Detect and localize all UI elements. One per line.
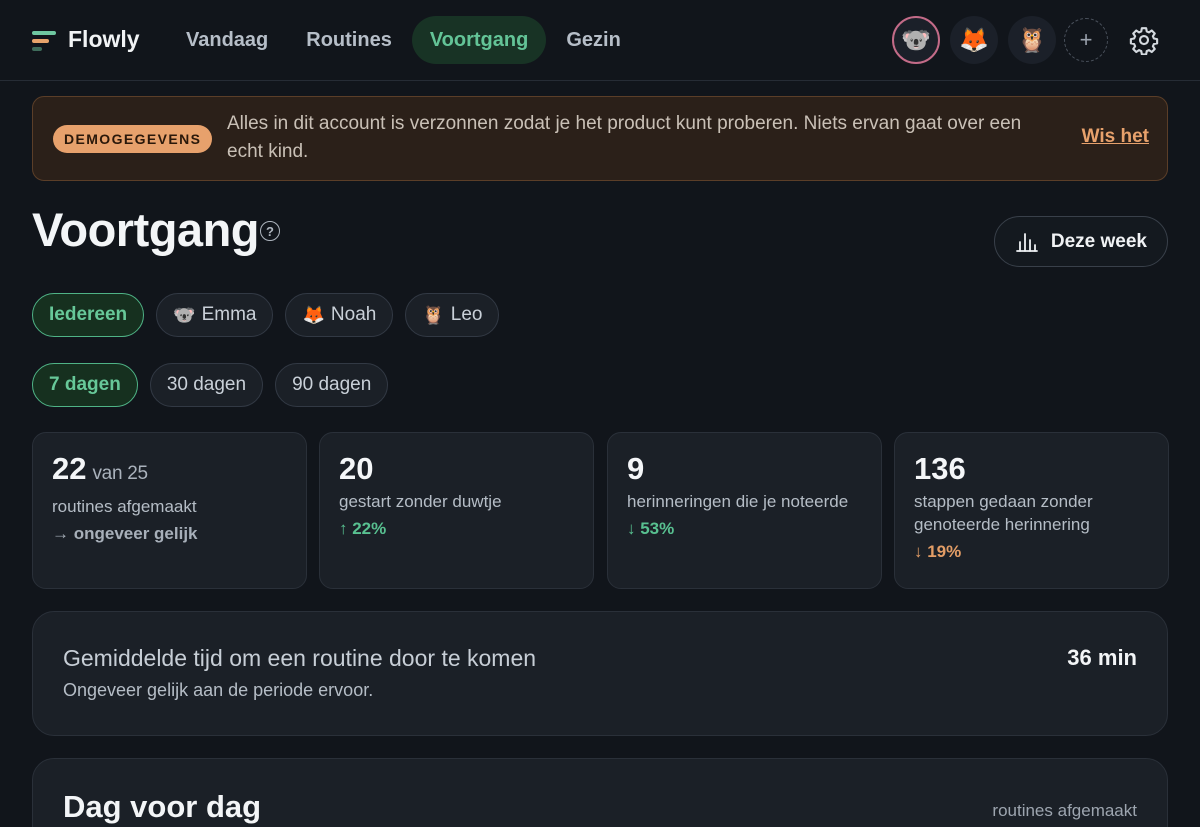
stat-trend: ↑ 22%: [339, 519, 387, 538]
filter-leo[interactable]: 🦉 Leo: [405, 293, 500, 337]
fox-icon: 🦊: [302, 304, 325, 325]
stat-total: van 25: [92, 463, 148, 484]
stat-card-steps-without-reminder: 136 stappen gedaan zonder genoteerde her…: [894, 432, 1169, 589]
average-time-title: Gemiddelde tijd om een routine door te k…: [63, 645, 537, 671]
day-by-day-legend: routines afgemaakt: [992, 801, 1137, 820]
day-by-day-panel: Dag voor dag routines afgemaakt: [32, 758, 1168, 827]
filter-label: Leo: [450, 304, 483, 325]
demo-data-banner: DEMOGEGEVENS Alles in dit account is ver…: [32, 96, 1168, 181]
fox-avatar[interactable]: 🦊: [950, 16, 998, 64]
stat-value: 136: [914, 451, 966, 486]
help-icon[interactable]: ?: [260, 221, 280, 241]
nav-item-voortgang[interactable]: Voortgang: [411, 16, 547, 64]
stat-card-routines-completed: 22 van 25 routines afgemaakt → ongeveer g…: [32, 432, 307, 589]
nav-item-routines[interactable]: Routines: [288, 16, 410, 64]
stat-label: gestart zonder duwtje: [339, 492, 502, 511]
demo-badge: DEMOGEGEVENS: [53, 125, 213, 153]
app-logo[interactable]: Flowly: [32, 26, 140, 53]
filter-label: Noah: [330, 304, 377, 325]
main-nav: Vandaag Routines Voortgang Gezin: [168, 16, 641, 64]
add-profile-button[interactable]: +: [1064, 18, 1108, 62]
owl-avatar[interactable]: 🦉: [1008, 16, 1056, 64]
settings-button[interactable]: [1120, 16, 1168, 64]
nav-item-gezin[interactable]: Gezin: [548, 16, 638, 64]
day-by-day-title: Dag voor dag: [63, 789, 262, 824]
owl-icon: 🦉: [422, 304, 445, 325]
stat-trend: ↓ 19%: [914, 542, 962, 561]
koala-avatar[interactable]: 🐨: [892, 16, 940, 64]
clear-demo-link[interactable]: Wis het: [1082, 126, 1149, 148]
filter-label: Iedereen: [49, 304, 128, 325]
stat-value: 22 van 25: [52, 451, 148, 486]
nav-item-vandaag[interactable]: Vandaag: [168, 16, 286, 64]
period-30-dagen[interactable]: 30 dagen: [149, 363, 264, 407]
week-range-button[interactable]: Deze week: [993, 216, 1168, 267]
stat-value: 20: [339, 451, 374, 486]
stat-card-started-unprompted: 20 gestart zonder duwtje ↑ 22%: [319, 432, 594, 589]
stat-label: herinneringen die je noteerde: [627, 492, 849, 511]
stat-card-reminders-noted: 9 herinneringen die je noteerde ↓ 53%: [607, 432, 882, 589]
week-range-label: Deze week: [1050, 230, 1147, 252]
period-filter: 7 dagen 30 dagen 90 dagen: [32, 363, 400, 407]
average-time-panel: Gemiddelde tijd om een routine door te k…: [32, 611, 1168, 736]
stat-trend: → ongeveer gelijk: [52, 524, 198, 543]
koala-icon: 🐨: [173, 304, 196, 325]
bar-chart-icon: [1015, 232, 1038, 252]
banner-text: Alles in dit account is verzonnen zodat …: [227, 113, 1022, 162]
stat-value: 9: [627, 451, 645, 486]
profile-switcher: 🐨 🦊 🦉 +: [882, 16, 1168, 64]
period-7-dagen[interactable]: 7 dagen: [32, 363, 138, 407]
filter-iedereen[interactable]: Iedereen: [32, 293, 145, 337]
people-filter: Iedereen 🐨 Emma 🦊 Noah 🦉 Leo: [32, 293, 511, 337]
gear-icon: [1129, 27, 1159, 55]
filter-label: Emma: [201, 304, 257, 325]
stat-label: routines afgemaakt: [52, 497, 197, 516]
flowly-logo-icon: [32, 28, 56, 52]
average-time-subtitle: Ongeveer gelijk aan de periode ervoor.: [63, 680, 374, 700]
stat-label: stappen gedaan zonder genoteerde herinne…: [914, 492, 1093, 534]
stat-trend: ↓ 53%: [627, 519, 675, 538]
top-navigation-bar: Flowly Vandaag Routines Voortgang Gezin …: [0, 0, 1200, 81]
average-time-value: 36 min: [1067, 645, 1137, 670]
app-name: Flowly: [68, 26, 140, 52]
page-title: Voortgang: [32, 203, 260, 256]
period-90-dagen[interactable]: 90 dagen: [275, 363, 389, 407]
filter-noah[interactable]: 🦊 Noah: [285, 293, 394, 337]
filter-emma[interactable]: 🐨 Emma: [156, 293, 274, 337]
